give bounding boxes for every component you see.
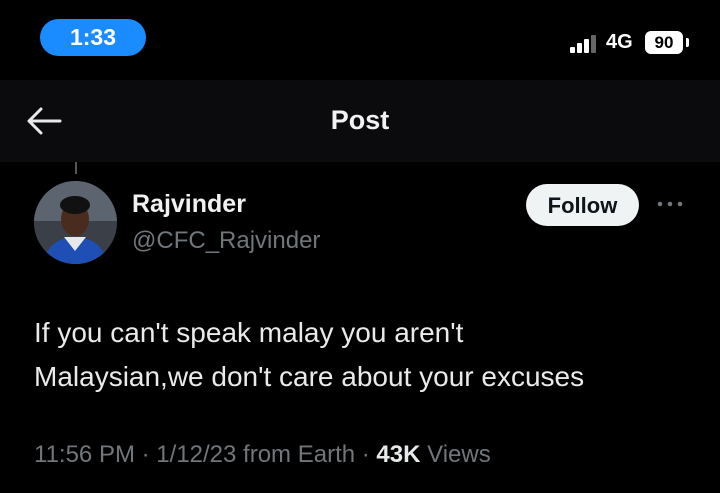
meta-separator: · <box>361 441 370 468</box>
signal-strength-icon <box>570 35 600 53</box>
post-text: If you can't speak malay you aren't Mala… <box>34 317 585 392</box>
more-horizontal-icon[interactable] <box>652 192 688 216</box>
page-title: Post <box>330 105 390 135</box>
post-meta: 11:56 PM · 1/12/23 from Earth · 43K View… <box>34 441 491 469</box>
battery-cap <box>686 38 689 47</box>
author-handle[interactable]: @CFC_Rajvinder <box>132 227 320 255</box>
views-label[interactable]: Views <box>427 441 491 468</box>
post-location: from Earth <box>243 441 356 468</box>
views-count[interactable]: 43K <box>376 441 420 468</box>
battery-level: 90 <box>645 31 683 54</box>
status-time[interactable]: 1:33 <box>40 19 146 56</box>
author-name[interactable]: Rajvinder <box>132 190 246 219</box>
network-type: 4G <box>606 31 633 53</box>
post-date[interactable]: 1/12/23 <box>156 441 236 468</box>
follow-button[interactable]: Follow <box>526 184 639 226</box>
status-bar: 1:33 4G 90 <box>0 0 720 80</box>
thread-connector <box>75 162 77 174</box>
post-time[interactable]: 11:56 PM <box>34 441 135 468</box>
post-header: Post <box>0 80 720 162</box>
meta-separator: · <box>141 441 150 468</box>
avatar[interactable] <box>34 181 117 264</box>
